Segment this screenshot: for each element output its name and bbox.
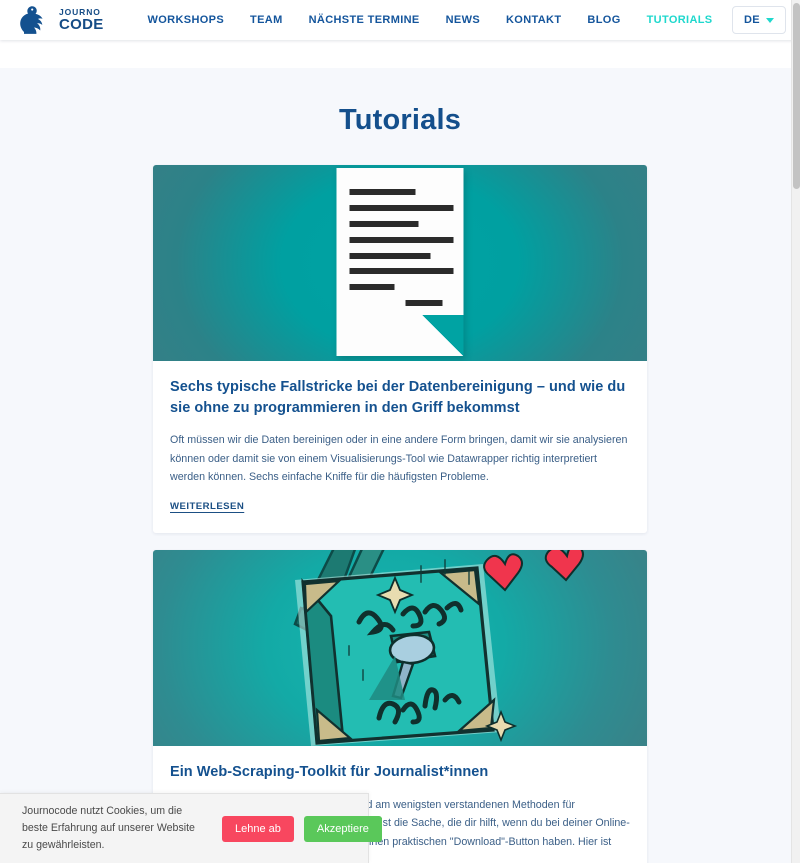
squirrel-logo-icon	[16, 5, 52, 35]
tutorial-card[interactable]: Sechs typische Fallstricke bei der Daten…	[153, 165, 647, 534]
site-header: JOURNO CODE WORKSHOPS TEAM NÄCHSTE TERMI…	[0, 0, 800, 40]
cookie-decline-button[interactable]: Lehne ab	[222, 815, 294, 842]
main-content: Tutorials Sechs typische Fallstricke bei…	[0, 68, 800, 863]
nav-item-news[interactable]: NEWS	[446, 14, 480, 26]
cookie-consent-actions: Lehne ab Akzeptiere	[222, 815, 382, 842]
site-logo[interactable]: JOURNO CODE	[16, 5, 104, 35]
card-title: Ein Web-Scraping-Toolkit für Journalist*…	[170, 764, 489, 781]
main-navigation: WORKSHOPS TEAM NÄCHSTE TERMINE NEWS KONT…	[148, 14, 732, 26]
toolbox-magnifier-icon	[293, 550, 584, 747]
nav-item-kontakt[interactable]: KONTAKT	[506, 14, 561, 26]
nav-item-workshops[interactable]: WORKSHOPS	[148, 14, 225, 26]
nav-item-naechste-termine[interactable]: NÄCHSTE TERMINE	[309, 14, 420, 26]
cookie-consent-banner: Journocode nutzt Cookies, um die beste E…	[0, 793, 382, 863]
scrollbar-thumb[interactable]	[793, 3, 800, 189]
card-excerpt: Oft müssen wir die Daten bereinigen oder…	[170, 434, 628, 483]
page-root: JOURNO CODE WORKSHOPS TEAM NÄCHSTE TERMI…	[0, 0, 800, 863]
chevron-down-icon	[766, 17, 775, 23]
tutorial-card-list: Sechs typische Fallstricke bei der Daten…	[153, 165, 647, 863]
nav-item-tutorials[interactable]: TUTORIALS	[647, 14, 713, 26]
nav-item-blog[interactable]: BLOG	[587, 14, 620, 26]
card-body: Sechs typische Fallstricke bei der Daten…	[153, 361, 647, 533]
logo-line-2: CODE	[59, 16, 104, 34]
page-title: Tutorials	[338, 104, 462, 136]
document-fold-cut	[422, 315, 464, 356]
logo-line-1: JOURNO	[59, 6, 101, 17]
card-hero-image-document	[153, 165, 647, 361]
cookie-consent-text: Journocode nutzt Cookies, um die beste E…	[22, 804, 195, 852]
document-page-icon	[336, 168, 464, 356]
page-scrollbar[interactable]	[791, 0, 800, 863]
read-more-link[interactable]: WEITERLESEN	[170, 501, 244, 512]
card-hero-image-toolkit	[153, 550, 647, 747]
card-title: Sechs typische Fallstricke bei der Daten…	[170, 379, 626, 416]
nav-item-team[interactable]: TEAM	[250, 14, 283, 26]
cookie-accept-button[interactable]: Akzeptiere	[303, 815, 382, 842]
header-spacer	[0, 40, 800, 68]
logo-wordmark: JOURNO CODE	[59, 8, 104, 33]
language-selector[interactable]: DE	[732, 6, 786, 34]
language-selector-value: DE	[743, 14, 761, 26]
